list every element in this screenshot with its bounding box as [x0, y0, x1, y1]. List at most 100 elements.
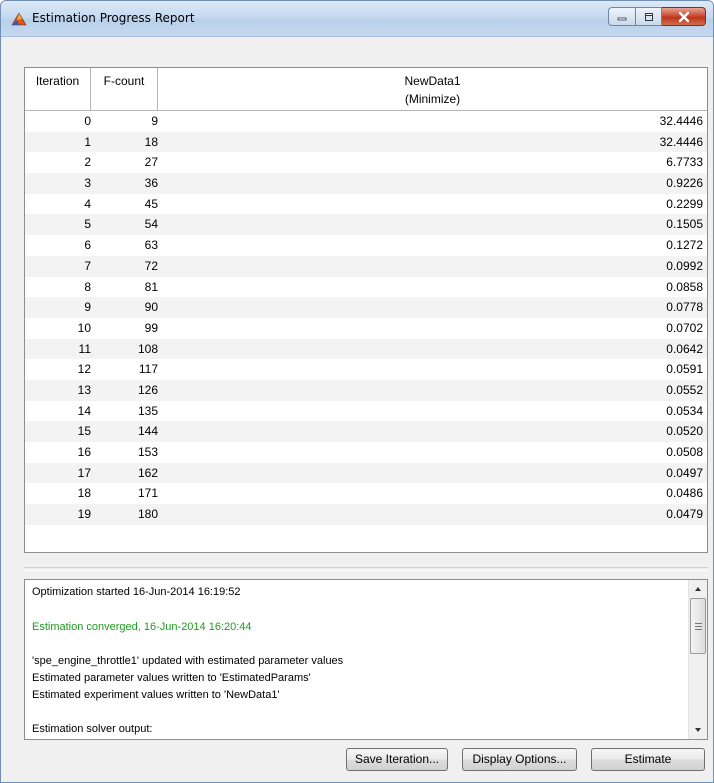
table-row[interactable]: 7 72 0.0992 [25, 255, 707, 277]
cell-iteration: 4 [84, 196, 91, 211]
cell-iteration: 11 [78, 341, 91, 356]
estimation-progress-window: Estimation Progress Report Iteration F-c… [0, 0, 714, 783]
cell-value: 32.4446 [659, 114, 703, 128]
table-row[interactable]: 8 81 0.0858 [25, 276, 707, 298]
cell-fcount: 9 [151, 114, 158, 128]
cell-fcount: 153 [137, 445, 158, 459]
cell-value: 0.0552 [666, 382, 703, 397]
cell-iteration: 14 [77, 403, 91, 418]
log-line: Estimated experiment values written to '… [32, 689, 280, 701]
cell-iteration: 3 [84, 176, 91, 191]
cell-fcount: 90 [144, 300, 158, 315]
table-row[interactable]: 11 108 0.0642 [25, 338, 707, 360]
cell-value: 0.1505 [666, 217, 703, 232]
cell-iteration: 1 [84, 134, 91, 149]
title-bar[interactable]: Estimation Progress Report [1, 1, 713, 37]
table-row[interactable]: 16 153 0.0508 [25, 442, 707, 463]
cell-value: 0.0534 [666, 403, 703, 418]
column-header-fcount-label: F-count [103, 74, 145, 88]
column-header-newdata1[interactable]: NewData1 (Minimize) [158, 68, 707, 110]
cell-iteration: 0 [84, 114, 91, 128]
cell-value: 0.0778 [666, 300, 703, 315]
log-scrollbar[interactable] [688, 580, 707, 739]
scroll-up-button[interactable] [689, 580, 707, 598]
cell-iteration: 5 [84, 217, 91, 232]
cell-value: 0.0479 [666, 507, 703, 522]
iteration-table: Iteration F-count NewData1 (Minimize) 0 9… [24, 67, 708, 553]
cell-fcount: 45 [144, 196, 158, 211]
cell-iteration: 7 [84, 258, 91, 273]
cell-iteration: 19 [77, 507, 91, 522]
column-header-minimize-label: (Minimize) [404, 92, 461, 106]
arrow-up-icon [695, 587, 701, 591]
cell-iteration: 2 [84, 155, 91, 170]
log-line: Estimation converged, 16-Jun-2014 16:20:… [32, 621, 252, 633]
cell-fcount: 81 [144, 279, 158, 294]
column-header-fcount[interactable]: F-count [91, 68, 158, 110]
table-row[interactable]: 9 90 0.0778 [25, 297, 707, 318]
table-row[interactable]: 6 63 0.1272 [25, 235, 707, 256]
log-output-panel[interactable]: Optimization started 16-Jun-2014 16:19:5… [24, 579, 708, 740]
column-header-iteration-label: Iteration [35, 74, 80, 88]
cell-value: 0.0520 [666, 424, 703, 439]
cell-fcount: 54 [144, 217, 158, 232]
cell-value: 0.0497 [666, 465, 703, 480]
cell-fcount: 117 [138, 362, 158, 377]
save-iteration-button[interactable]: Save Iteration... [346, 748, 448, 771]
table-row[interactable]: 3 36 0.9226 [25, 173, 707, 194]
log-line: Estimation solver output: [32, 723, 153, 735]
table-row[interactable]: 2 27 6.7733 [25, 152, 707, 174]
table-row[interactable]: 10 99 0.0702 [25, 317, 707, 339]
cell-value: 32.4446 [659, 134, 703, 149]
cell-value: 0.0992 [666, 258, 703, 273]
close-button[interactable] [662, 7, 706, 26]
minimize-button[interactable] [608, 7, 635, 26]
minimize-icon [617, 17, 627, 20]
cell-value: 0.1272 [666, 238, 703, 253]
display-options-button[interactable]: Display Options... [462, 748, 577, 771]
cell-fcount: 99 [144, 320, 158, 335]
cell-fcount: 63 [144, 238, 158, 253]
table-row[interactable]: 14 135 0.0534 [25, 400, 707, 422]
matlab-logo-icon [11, 12, 27, 26]
cell-iteration: 16 [77, 445, 91, 459]
table-row[interactable]: 12 117 0.0591 [25, 359, 707, 380]
table-row[interactable]: 4 45 0.2299 [25, 193, 707, 215]
cell-value: 0.0508 [666, 445, 703, 459]
table-row[interactable]: 19 180 0.0479 [25, 504, 707, 525]
maximize-button[interactable] [635, 7, 662, 26]
cell-value: 0.0591 [666, 362, 703, 377]
arrow-down-icon [695, 728, 701, 732]
cell-fcount: 27 [144, 155, 158, 170]
cell-value: 0.9226 [666, 176, 703, 191]
cell-fcount: 36 [144, 176, 158, 191]
cell-fcount: 18 [144, 134, 158, 149]
log-line: 'spe_engine_throttle1' updated with esti… [32, 655, 344, 667]
log-line: Optimization started 16-Jun-2014 16:19:5… [32, 586, 241, 598]
table-row[interactable]: 5 54 0.1505 [25, 214, 707, 236]
scroll-thumb[interactable] [690, 598, 706, 654]
cell-iteration: 8 [84, 279, 91, 294]
column-header-iteration[interactable]: Iteration [25, 68, 91, 110]
table-row[interactable]: 17 162 0.0497 [25, 462, 707, 484]
cell-iteration: 9 [84, 300, 91, 315]
window-title: Estimation Progress Report [32, 11, 195, 25]
table-row[interactable]: 15 144 0.0520 [25, 421, 707, 442]
cell-value: 0.0642 [666, 341, 703, 356]
cell-value: 0.0486 [666, 486, 703, 501]
cell-value: 0.2299 [666, 196, 703, 211]
table-row[interactable]: 18 171 0.0486 [25, 483, 707, 505]
cell-fcount: 171 [137, 486, 158, 501]
grip-icon [694, 622, 702, 630]
cell-iteration: 13 [77, 382, 91, 397]
table-row[interactable]: 1 18 32.4446 [25, 131, 707, 153]
panel-splitter[interactable] [24, 567, 708, 571]
cell-iteration: 15 [77, 424, 91, 439]
cell-fcount: 144 [137, 424, 158, 439]
table-row[interactable]: 13 126 0.0552 [25, 379, 707, 401]
table-row[interactable]: 0 9 32.4446 [25, 111, 707, 132]
estimate-button[interactable]: Estimate [591, 748, 705, 771]
scroll-down-button[interactable] [689, 721, 707, 739]
table-header: Iteration F-count NewData1 (Minimize) [25, 68, 707, 111]
cell-fcount: 126 [137, 382, 158, 397]
